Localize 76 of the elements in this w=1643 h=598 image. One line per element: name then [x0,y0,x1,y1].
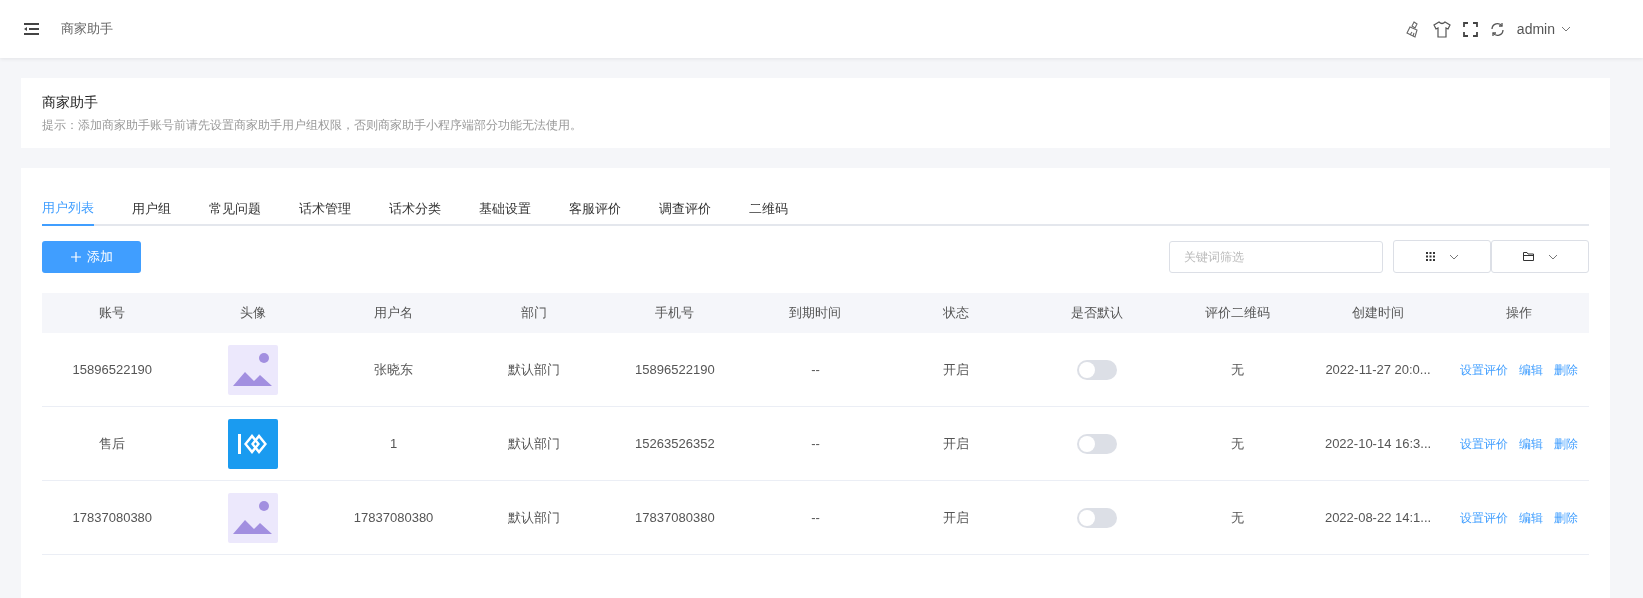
plus-icon [70,251,81,262]
folder-icon [1522,252,1534,261]
table-cell-text: 15896522190 [635,360,715,379]
action-link[interactable]: 设置评价 [1459,434,1508,453]
action-link[interactable]: 设置评价 [1459,508,1508,527]
column-header: 操作 [1504,304,1533,323]
chevron-down-icon [1448,253,1459,260]
table-cell-text: 15896522190 [72,360,153,379]
table-cell-text: 张晓东 [374,360,414,379]
tab[interactable]: 客服评价 [569,192,621,226]
table-cell-text: 17837080380 [353,508,434,527]
action-link[interactable]: 删除 [1553,508,1578,527]
table-cell-text: -- [811,434,820,453]
column-header: 头像 [238,304,267,323]
search-field[interactable]: 关键词筛选 [1169,240,1383,273]
column-header: 是否默认 [1069,304,1124,323]
tab[interactable]: 常见问题 [209,192,261,226]
column-header: 到期时间 [788,304,843,323]
action-link[interactable]: 设置评价 [1459,360,1508,379]
tab[interactable]: 话术分类 [389,192,441,226]
column-header: 部门 [520,304,549,323]
avatar-logo [227,418,278,469]
shirt-icon[interactable] [1432,20,1451,38]
breadcrumb: 商家助手 [61,20,113,39]
action-link[interactable]: 编辑 [1518,360,1543,379]
refresh-icon[interactable] [1489,21,1505,37]
notice-text: 提示：添加商家助手账号前请先设置商家助手用户组权限，否则商家助手小程序端部分功能无法使用。 [42,117,583,134]
add-button[interactable]: 添加 [42,240,141,273]
action-link[interactable]: 编辑 [1518,434,1543,453]
tab[interactable]: 基础设置 [479,192,531,226]
table-cell-text: 17837080380 [72,508,153,527]
table-cell-text: 15263526352 [635,434,715,453]
table-cell-text: 默认部门 [508,360,561,379]
table-cell-text: 无 [1230,434,1244,453]
action-link[interactable]: 删除 [1553,360,1578,379]
notice-title: 商家助手 [42,93,99,112]
table-cell-text: 无 [1230,360,1244,379]
chevron-down-icon [1561,26,1571,32]
table-cell-text: 开启 [943,360,970,379]
column-header: 评价二维码 [1203,304,1271,323]
image-placeholder-icon [227,344,278,395]
menu-icon[interactable] [24,23,39,35]
tab[interactable]: 调查评价 [659,192,711,226]
table-cell-text: 默认部门 [508,508,561,527]
table-cell-text: 2022-10-14 16:3... [1324,434,1432,453]
tab[interactable]: 用户组 [132,192,171,226]
user-menu[interactable]: admin [1516,18,1571,40]
column-header: 用户名 [373,304,415,323]
table-cell-text: 默认部门 [508,434,561,453]
table-cell-text: 无 [1230,508,1244,527]
column-header: 账号 [98,304,127,323]
column-header: 手机号 [654,304,696,323]
tab[interactable]: 话术管理 [299,192,351,226]
table-cell-text: 开启 [943,508,970,527]
toggle-switch[interactable] [1076,359,1117,380]
image-placeholder-icon [227,492,278,543]
column-header: 创建时间 [1351,304,1406,323]
table-cell-text: 2022-11-27 20:0... [1325,360,1431,379]
brush-icon[interactable] [1404,20,1421,38]
table-cell-text: 1 [389,434,398,453]
chevron-down-icon [1547,253,1558,260]
table-cell-text: 17837080380 [635,508,715,527]
action-link[interactable]: 删除 [1553,434,1578,453]
tab[interactable]: 二维码 [749,192,788,226]
grid-icon [1425,252,1435,261]
toggle-switch[interactable] [1076,507,1117,528]
tab[interactable]: 用户列表 [42,192,94,226]
table-cell-text: 2022-08-22 14:1... [1324,508,1432,527]
fullscreen-icon[interactable] [1462,21,1478,37]
action-link[interactable]: 编辑 [1518,508,1543,527]
column-header: 状态 [942,304,971,323]
table-cell-text: 售后 [99,434,126,453]
table-cell-text: -- [811,360,820,379]
toggle-switch[interactable] [1076,433,1117,454]
table-cell-text: 开启 [943,434,970,453]
table-cell-text: -- [811,508,820,527]
